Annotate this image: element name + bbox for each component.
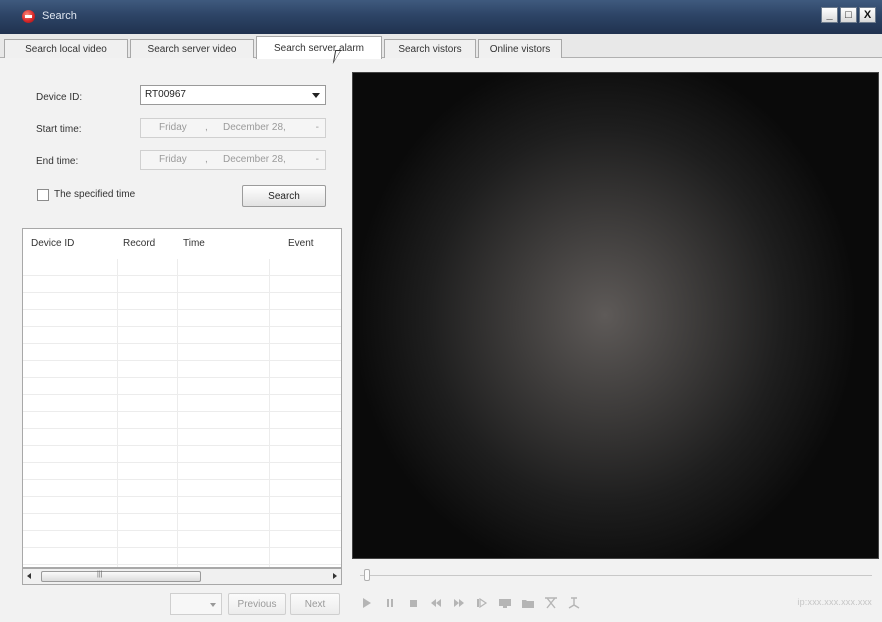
- table-header: Device ID Record Time Event: [23, 229, 341, 259]
- progress-track: [360, 575, 872, 576]
- ip-address-text: ip:xxx.xxx.xxx.xxx: [797, 597, 872, 607]
- scroll-right-icon[interactable]: [333, 573, 337, 579]
- column-divider: [177, 259, 178, 567]
- app-icon: [22, 10, 35, 23]
- start-separator: ,: [205, 122, 208, 133]
- play-icon[interactable]: [356, 593, 378, 613]
- previous-button[interactable]: Previous: [228, 593, 286, 615]
- stop-icon[interactable]: [402, 593, 424, 613]
- next-button[interactable]: Next: [290, 593, 340, 615]
- step-forward-icon[interactable]: [471, 593, 493, 613]
- volume-icon[interactable]: [540, 593, 562, 613]
- progress-knob[interactable]: [364, 569, 370, 581]
- folder-icon[interactable]: [517, 593, 539, 613]
- end-time-label: End time:: [36, 156, 79, 167]
- column-divider: [117, 259, 118, 567]
- end-day: Friday: [159, 154, 187, 165]
- title-bar: Search _ □ X: [0, 0, 882, 34]
- horizontal-scrollbar[interactable]: |||: [22, 568, 342, 585]
- tab-strip: Search local video Search server video S…: [0, 34, 882, 59]
- close-button[interactable]: X: [859, 7, 876, 23]
- column-device-id[interactable]: Device ID: [31, 238, 74, 249]
- tab-search-server-video[interactable]: Search server video: [130, 39, 254, 58]
- snapshot-icon[interactable]: [494, 593, 516, 613]
- main-panel: Device ID: RT00967 Start time: Friday , …: [0, 58, 882, 622]
- tab-search-local-video[interactable]: Search local video: [4, 39, 128, 58]
- maximize-button[interactable]: □: [840, 7, 857, 23]
- end-separator: ,: [205, 154, 208, 165]
- player-controls: [356, 592, 586, 614]
- column-event[interactable]: Event: [288, 238, 314, 249]
- end-spin-icon[interactable]: -: [316, 151, 319, 169]
- column-record[interactable]: Record: [123, 238, 155, 249]
- search-button[interactable]: Search: [242, 185, 326, 207]
- alarm-table: Device ID Record Time Event: [22, 228, 342, 568]
- window-controls: _ □ X: [821, 7, 876, 23]
- column-time[interactable]: Time: [183, 238, 205, 249]
- voice-icon[interactable]: [563, 593, 585, 613]
- fast-forward-icon[interactable]: [448, 593, 470, 613]
- end-time-picker[interactable]: Friday , December 28, -: [140, 150, 326, 170]
- start-time-label: Start time:: [36, 124, 82, 135]
- column-divider: [269, 259, 270, 567]
- device-id-label: Device ID:: [36, 92, 83, 103]
- chevron-down-icon: [312, 93, 320, 98]
- start-date: December 28,: [223, 122, 286, 133]
- scroll-left-icon[interactable]: [27, 573, 31, 579]
- device-id-select[interactable]: RT00967: [140, 85, 326, 105]
- grip-icon: |||: [97, 571, 103, 578]
- window-title: Search: [42, 10, 77, 22]
- rewind-icon[interactable]: [425, 593, 447, 613]
- end-date: December 28,: [223, 154, 286, 165]
- page-select[interactable]: [170, 593, 222, 615]
- scroll-thumb[interactable]: [41, 571, 201, 582]
- playback-progress[interactable]: [360, 569, 872, 581]
- specified-time-checkbox[interactable]: [37, 189, 49, 201]
- specified-time-label: The specified time: [54, 189, 136, 200]
- tab-search-vistors[interactable]: Search vistors: [384, 39, 476, 58]
- start-time-picker[interactable]: Friday , December 28, -: [140, 118, 326, 138]
- tab-online-vistors[interactable]: Online vistors: [478, 39, 562, 58]
- start-spin-icon[interactable]: -: [316, 119, 319, 137]
- table-rows: [23, 259, 341, 567]
- minimize-button[interactable]: _: [821, 7, 838, 23]
- device-id-value: RT00967: [145, 89, 186, 100]
- tab-search-server-alarm[interactable]: Search server alarm: [256, 36, 382, 59]
- pause-icon[interactable]: [379, 593, 401, 613]
- start-day: Friday: [159, 122, 187, 133]
- video-frame: [352, 72, 879, 559]
- chevron-down-icon: [210, 603, 216, 607]
